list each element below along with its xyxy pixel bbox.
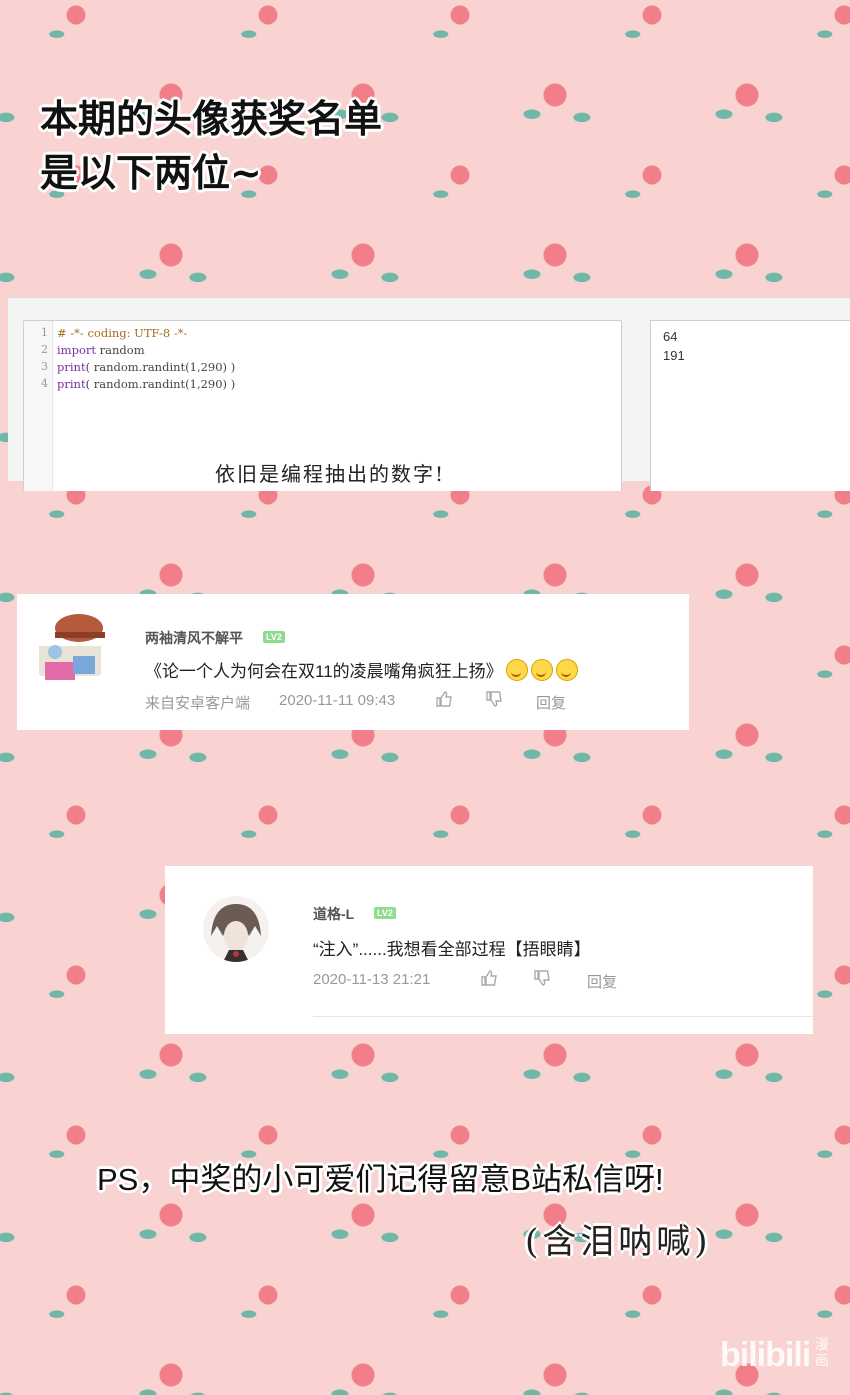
like-button[interactable] [435, 690, 453, 712]
line-number: 4 [41, 377, 48, 390]
code-text: ( random.randint(1,290) ) [85, 360, 236, 374]
crying-shout-note: (含泪呐喊) [525, 1222, 712, 1262]
thumbs-down-icon [534, 970, 550, 986]
code-text: ( random.randint(1,290) ) [85, 377, 236, 391]
title-line-2: 是以下两位~ [40, 151, 262, 195]
manhua-watermark: 漫画 [815, 1336, 829, 1368]
code-output-panel: 64 191 [650, 320, 850, 491]
announcement-title: 本期的头像获奖名单 是以下两位~ [40, 92, 382, 200]
line-number: 3 [41, 360, 48, 373]
comment-text: “注入”......我想看全部过程【捂眼睛】 [313, 940, 591, 959]
username[interactable]: 两袖清风不解平 [145, 628, 243, 648]
code-keyword: import [57, 343, 96, 357]
like-button[interactable] [480, 969, 498, 991]
line-number-gutter: 1 2 3 4 [24, 321, 53, 491]
code-text: random [96, 343, 145, 357]
dislike-button[interactable] [533, 969, 551, 991]
grin-emoji-icon [555, 659, 578, 681]
code-line-print: print( random.randint(1,290) ) [57, 360, 235, 374]
line-number: 2 [41, 343, 48, 356]
comment-divider [313, 1016, 813, 1017]
bilibili-logo-watermark: bilibili [720, 1336, 811, 1374]
code-line-comment: # -*- coding: UTF-8 -*- [57, 326, 188, 340]
comment-card: 道格-L LV2 “注入”......我想看全部过程【捂眼睛】 2020-11-… [165, 866, 813, 1034]
reply-button[interactable]: 回复 [587, 971, 617, 992]
ps-note: PS，中奖的小可爱们记得留意B站私信呀! [97, 1162, 664, 1197]
thumbs-down-icon [486, 691, 502, 707]
handwritten-note: 依旧是编程抽出的数字! [215, 462, 446, 486]
level-badge: LV2 [263, 631, 285, 643]
grin-emoji-icon [505, 659, 528, 681]
level-badge: LV2 [374, 907, 396, 919]
code-line-import: import random [57, 343, 145, 357]
comment-text: 《论一个人为何会在双11的凌晨嘴角疯狂上扬》 [145, 657, 578, 682]
comment-card: 两袖清风不解平 LV2 《论一个人为何会在双11的凌晨嘴角疯狂上扬》 来自安卓客… [17, 594, 689, 730]
grin-emoji-icon [530, 659, 553, 681]
comment-time: 2020-11-13 21:21 [313, 971, 431, 988]
username[interactable]: 道格-L [313, 904, 354, 924]
title-line-1: 本期的头像获奖名单 [40, 97, 383, 141]
avatar[interactable] [29, 606, 111, 688]
code-line-print: print( random.randint(1,290) ) [57, 377, 235, 391]
code-keyword: print [57, 377, 86, 391]
comment-source: 来自安卓客户端 [145, 695, 251, 712]
thumbs-up-icon [481, 970, 497, 986]
thumbs-up-icon [436, 691, 452, 707]
comment-body: 《论一个人为何会在双11的凌晨嘴角疯狂上扬》 [145, 662, 503, 681]
code-keyword: print [57, 360, 86, 374]
line-number: 1 [41, 326, 48, 339]
reply-button[interactable]: 回复 [536, 692, 566, 713]
output-value: 191 [663, 348, 685, 363]
comment-time: 2020-11-11 09:43 [279, 692, 396, 709]
dislike-button[interactable] [485, 690, 503, 712]
output-value: 64 [663, 329, 678, 344]
avatar[interactable] [203, 896, 269, 962]
